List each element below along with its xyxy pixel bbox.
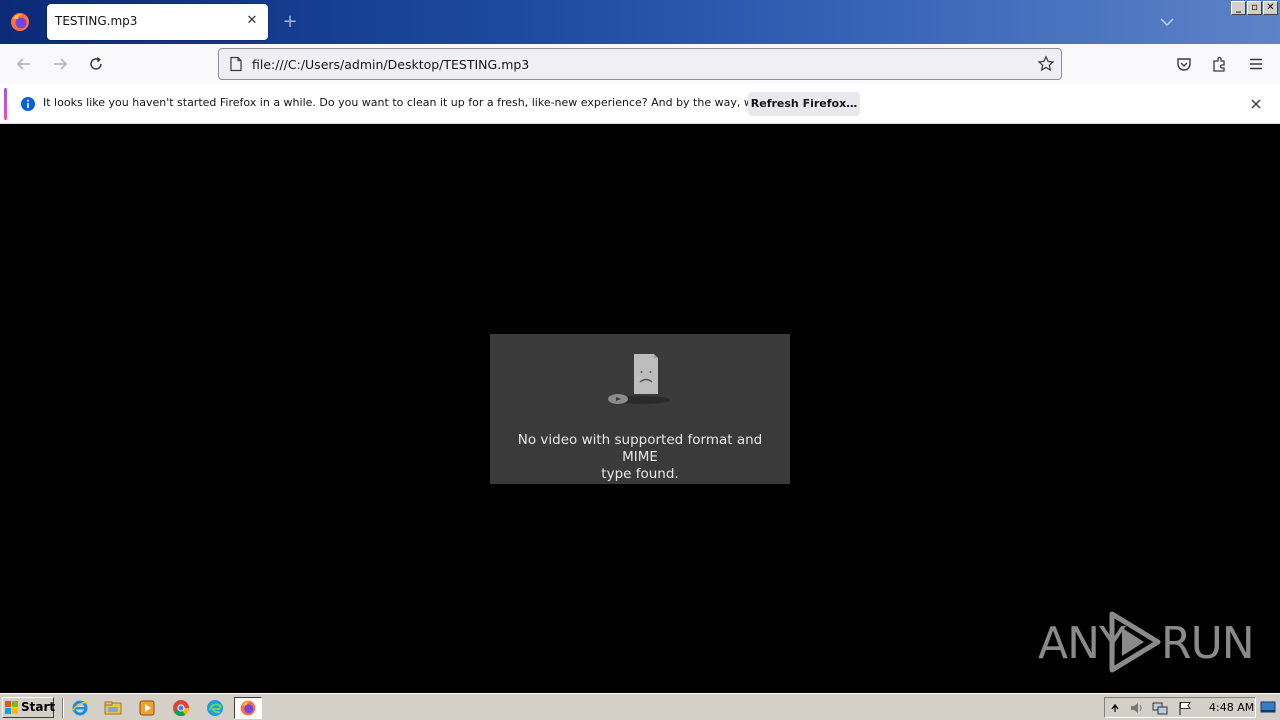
restore-button[interactable]: ▫ [1247,1,1262,15]
info-icon [20,96,36,116]
system-tray: 4:48 AM [1104,697,1256,718]
puzzle-icon[interactable] [1210,54,1230,74]
media-viewer: No video with supported format and MIME … [0,125,1280,693]
plus-icon[interactable]: + [280,10,300,34]
media-error-line2: type found. [601,466,679,482]
windows-logo-icon [5,701,19,720]
firefox-icon[interactable] [8,10,32,34]
tab-title: TESTING.mp3 [55,14,138,28]
start-button[interactable]: Start [2,697,56,720]
firefox-taskbar-icon[interactable] [234,697,262,719]
url-bar[interactable]: file:///C:/Users/admin/Desktop/TESTING.m… [218,48,1062,80]
folder-icon[interactable] [103,698,123,718]
start-label: Start [21,700,56,714]
page-icon [228,56,244,76]
flag-icon[interactable] [1177,700,1193,716]
chevron-down-icon[interactable] [1158,13,1176,31]
chrome-icon[interactable] [171,698,191,718]
media-player-icon[interactable] [137,698,157,718]
play-logo-icon [1108,610,1164,678]
network-icon[interactable] [1152,700,1168,716]
ie-icon[interactable] [70,698,90,718]
clock: 4:48 AM [1209,701,1255,714]
close-icon[interactable]: ✕ [244,13,260,29]
show-desktop-icon[interactable] [1260,699,1276,715]
media-error-message: No video with supported format and MIME … [500,432,780,483]
tray-expand-icon[interactable] [1107,700,1123,716]
watermark-text-right: RUN [1161,618,1255,669]
notification-bar: It looks like you haven't started Firefo… [0,84,1280,124]
minimize-button[interactable]: _ [1231,1,1246,15]
tab-strip: TESTING.mp3 ✕ + _ ▫ ✕ [0,0,1280,44]
media-error-line1: No video with supported format and MIME [517,432,763,465]
hamburger-icon[interactable] [1246,54,1266,74]
pocket-icon[interactable] [1174,54,1194,74]
taskbar: Start 4:48 AM [0,693,1280,720]
window-controls: _ ▫ ✕ [1231,1,1278,15]
star-icon[interactable] [1037,55,1055,77]
url-text: file:///C:/Users/admin/Desktop/TESTING.m… [252,57,530,72]
refresh-firefox-button[interactable]: Refresh Firefox… [748,92,860,116]
notification-message: It looks like you haven't started Firefo… [43,96,827,109]
anyrun-watermark: ANY RUN [1038,610,1255,674]
screen: TESTING.mp3 ✕ + _ ▫ ✕ file:///C:/Users/a… [0,0,1280,720]
reload-icon[interactable] [86,54,106,74]
media-error-box: No video with supported format and MIME … [490,334,790,484]
broken-file-icon [600,352,680,412]
taskbar-separator [62,698,64,718]
close-icon[interactable] [1248,96,1264,112]
tab-active[interactable]: TESTING.mp3 ✕ [47,4,268,40]
edge-icon[interactable] [205,698,225,718]
arrow-left-icon[interactable] [14,54,34,74]
arrow-right-icon[interactable] [50,54,70,74]
volume-icon[interactable] [1129,700,1145,716]
notification-accent [4,88,7,120]
close-window-button[interactable]: ✕ [1263,1,1278,15]
nav-bar: file:///C:/Users/admin/Desktop/TESTING.m… [0,44,1280,84]
